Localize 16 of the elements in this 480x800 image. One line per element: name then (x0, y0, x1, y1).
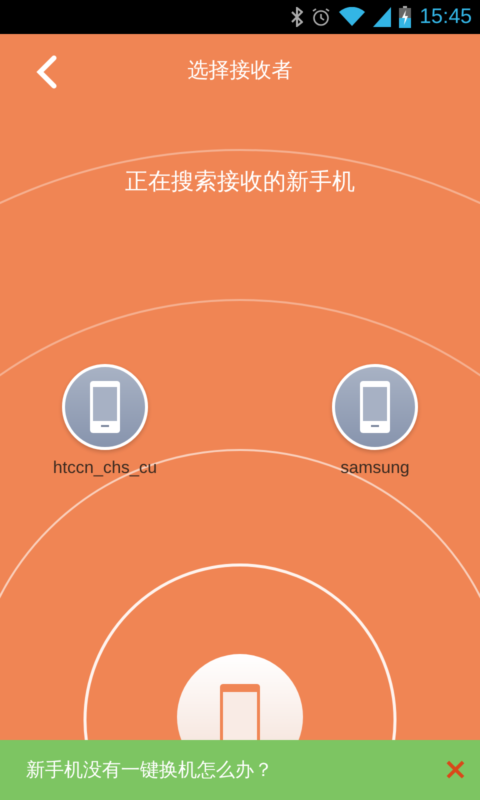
alarm-icon (311, 7, 332, 27)
device-name: samsung (340, 458, 410, 478)
phone-icon (360, 381, 390, 433)
tip-banner[interactable]: 新手机没有一键换机怎么办？ × (0, 740, 480, 800)
search-message: 正在搜索接收的新手机 (124, 168, 356, 197)
header-title: 选择接收者 (188, 57, 292, 84)
close-button[interactable]: × (442, 755, 468, 785)
battery-icon (399, 6, 412, 28)
device-button[interactable] (62, 364, 148, 450)
phone-icon (90, 381, 120, 433)
wifi-icon (339, 7, 366, 27)
status-time: 15:45 (419, 5, 472, 29)
banner-text: 新手机没有一键换机怎么办？ (26, 758, 273, 783)
signal-icon (373, 7, 392, 27)
bluetooth-icon (291, 7, 304, 27)
device-button[interactable] (332, 364, 418, 450)
